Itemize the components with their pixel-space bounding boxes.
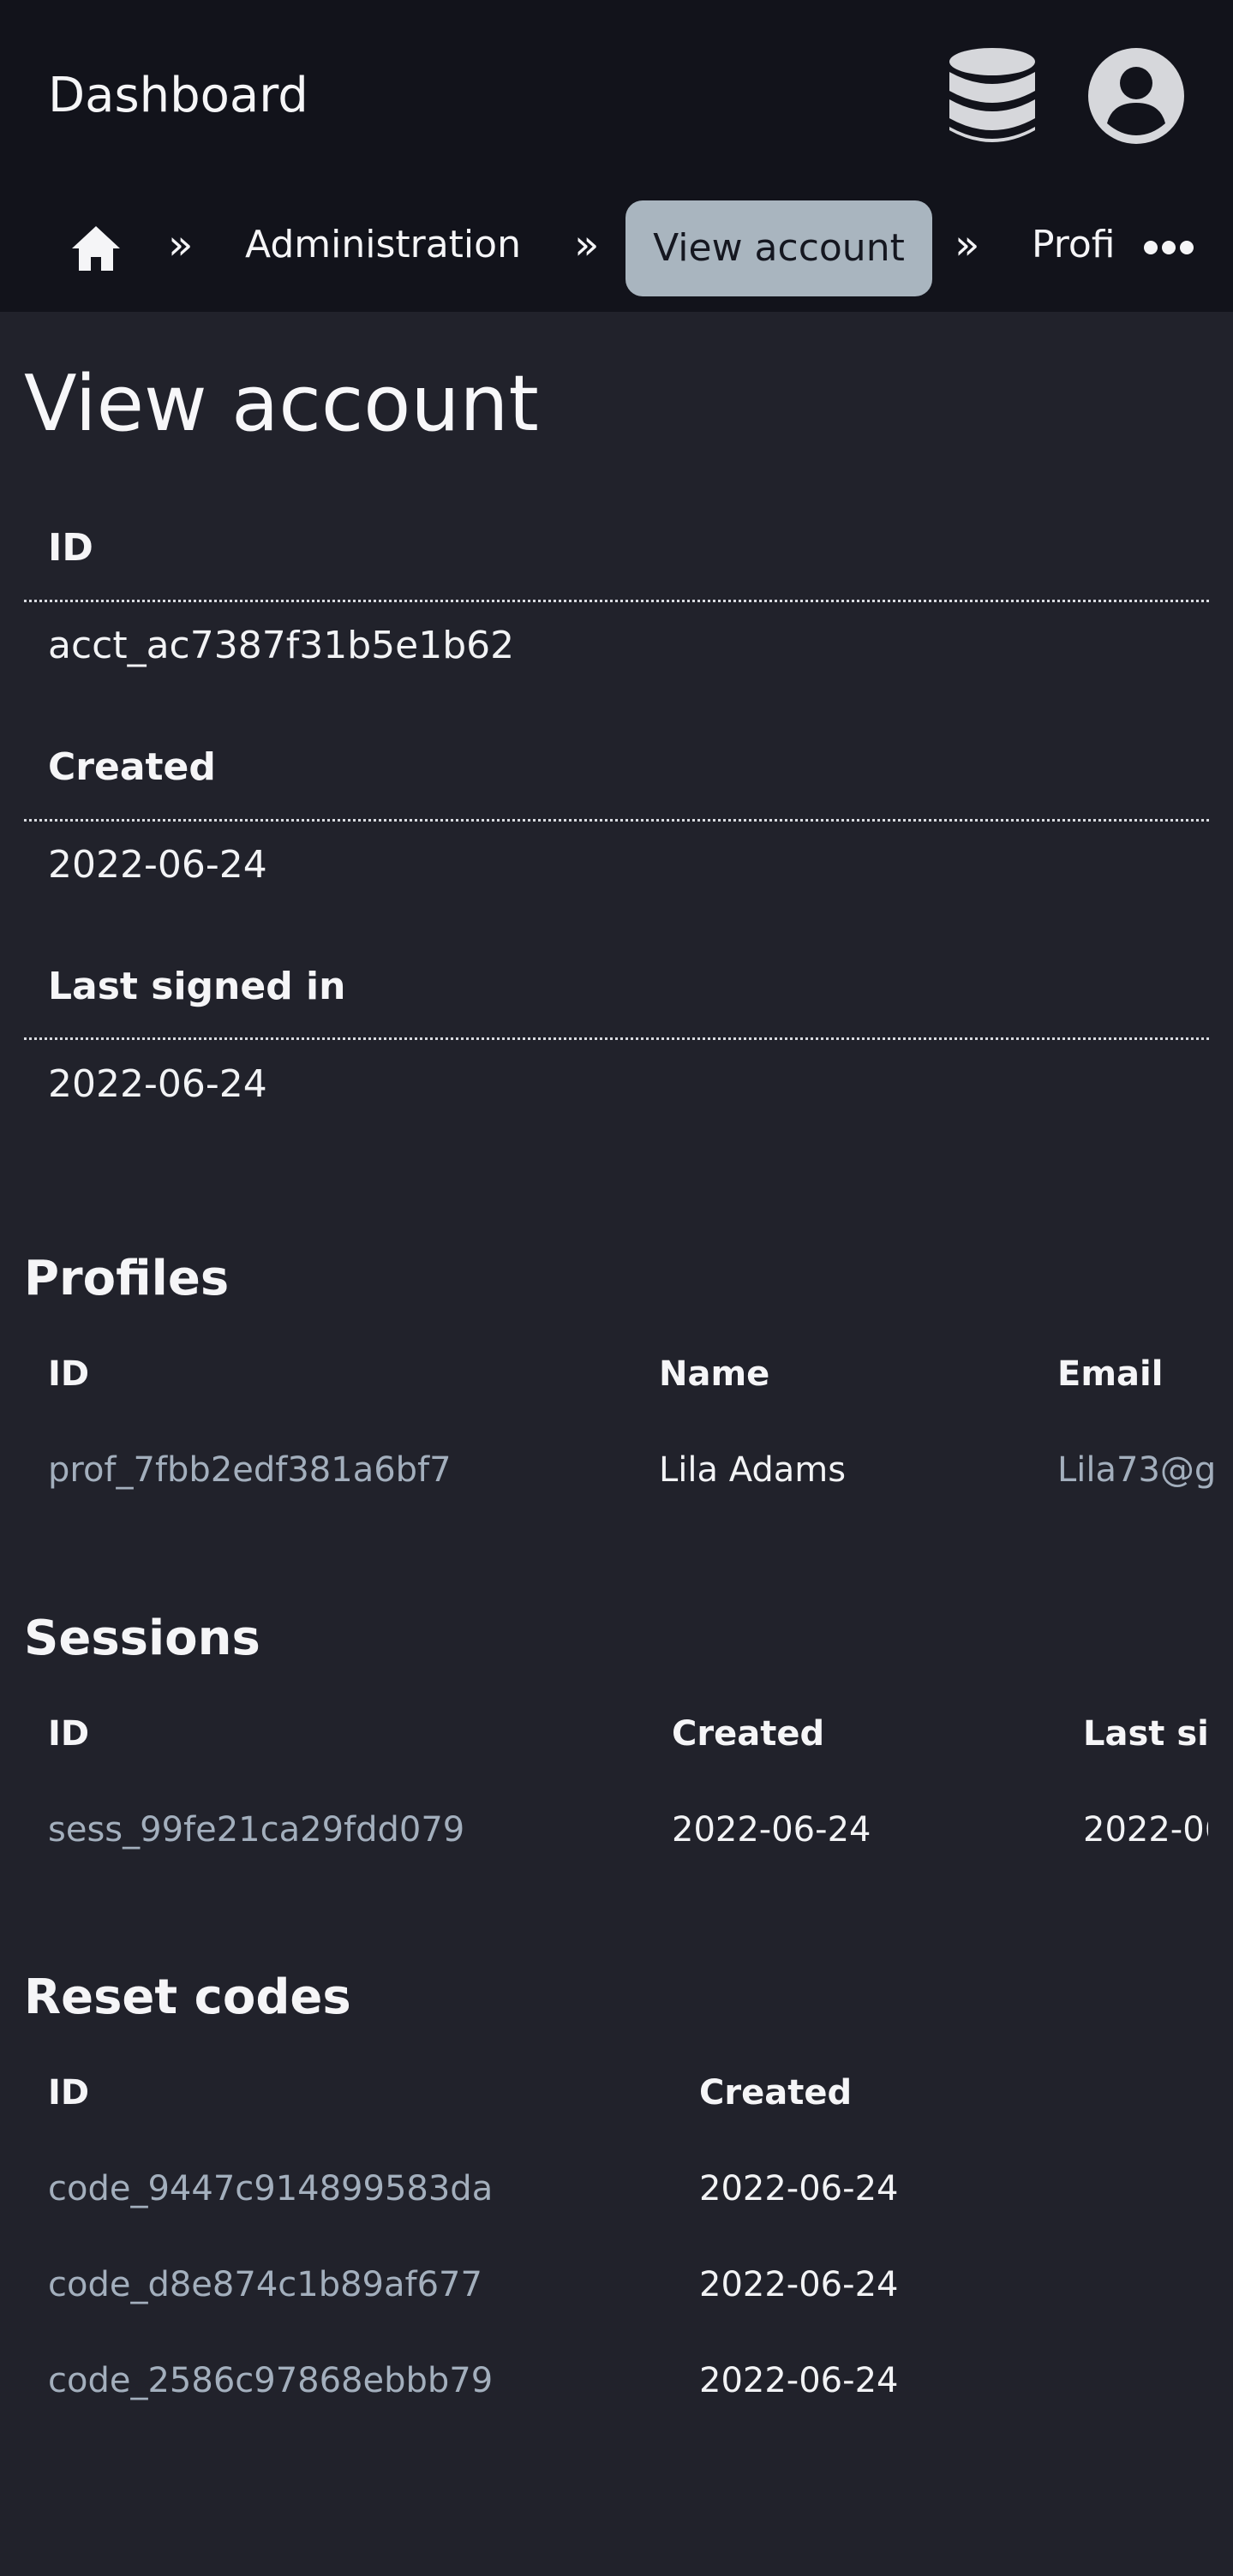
- column-header-id: ID: [48, 1714, 90, 1754]
- ellipsis-icon[interactable]: [1143, 240, 1194, 255]
- breadcrumb-administration[interactable]: Administration: [245, 219, 521, 271]
- column-header-created: Created: [672, 1714, 825, 1754]
- breadcrumb-view-account[interactable]: View account: [625, 200, 932, 296]
- profile-name: Lila Adams: [659, 1450, 847, 1490]
- column-header-last-signed-in: Last si: [1083, 1714, 1208, 1754]
- reset-code-id-link[interactable]: code_2586c97868ebbb79: [48, 2357, 493, 2405]
- sessions-heading: Sessions: [24, 1611, 260, 1666]
- column-header-id: ID: [48, 2073, 90, 2113]
- page-title: View account: [24, 359, 539, 449]
- profile-id-link[interactable]: prof_7fbb2edf381a6bf7: [48, 1446, 452, 1494]
- column-header-id: ID: [48, 1354, 90, 1394]
- field-label-created: Created: [48, 745, 216, 789]
- divider: [24, 1037, 1209, 1040]
- field-value-id: acct_ac7387f31b5e1b62: [48, 624, 515, 667]
- top-navigation-bar: Dashboard » Administration » View accoun…: [0, 0, 1233, 312]
- column-header-created: Created: [699, 2073, 853, 2113]
- breadcrumb-separator: »: [955, 221, 980, 269]
- field-label-last-signed-in: Last signed in: [48, 965, 346, 1008]
- divider: [24, 819, 1209, 822]
- reset-code-id-link[interactable]: code_9447c914899583da: [48, 2165, 493, 2213]
- divider: [24, 600, 1209, 602]
- field-label-id: ID: [48, 526, 93, 570]
- breadcrumb-separator: »: [168, 221, 194, 269]
- reset-code-created: 2022-06-24: [699, 2265, 899, 2304]
- column-header-name: Name: [659, 1354, 770, 1394]
- field-value-last-signed-in: 2022-06-24: [48, 1062, 267, 1106]
- dashboard-title-link[interactable]: Dashboard: [48, 63, 308, 129]
- reset-code-id-link[interactable]: code_d8e874c1b89af677: [48, 2261, 482, 2309]
- profile-email-link[interactable]: Lila73@g: [1057, 1446, 1233, 1494]
- reset-code-created: 2022-06-24: [699, 2169, 899, 2208]
- session-id-link[interactable]: sess_99fe21ca29fdd079: [48, 1806, 464, 1854]
- database-icon[interactable]: [948, 46, 1037, 146]
- breadcrumb-separator: »: [574, 221, 600, 269]
- session-created: 2022-06-24: [672, 1810, 871, 1850]
- field-value-created: 2022-06-24: [48, 843, 267, 887]
- reset-code-created: 2022-06-24: [699, 2361, 899, 2400]
- session-last-signed-in: 2022-06: [1083, 1810, 1208, 1850]
- home-icon[interactable]: [70, 224, 122, 272]
- breadcrumb-profile-label: Profi: [1032, 223, 1116, 266]
- reset-codes-heading: Reset codes: [24, 1969, 351, 2025]
- breadcrumb-profile[interactable]: Profi: [1032, 219, 1121, 276]
- profiles-heading: Profiles: [24, 1251, 230, 1306]
- column-header-email: Email: [1057, 1354, 1164, 1394]
- user-circle-icon[interactable]: [1086, 46, 1186, 146]
